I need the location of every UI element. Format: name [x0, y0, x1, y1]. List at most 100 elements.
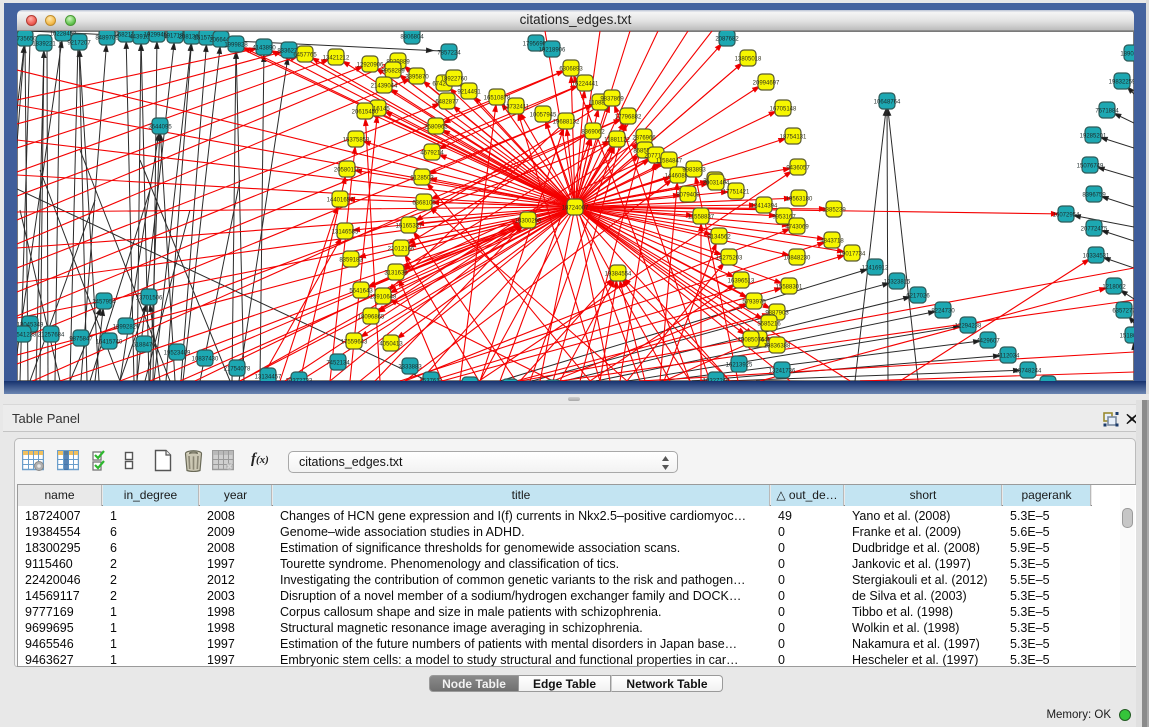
- svg-text:18724007: 18724007: [562, 206, 589, 212]
- svg-text:19563180: 19563180: [786, 197, 813, 203]
- svg-text:7452134: 7452134: [326, 361, 350, 367]
- svg-text:13134457: 13134457: [255, 375, 282, 381]
- svg-text:2876966: 2876966: [632, 136, 656, 142]
- svg-text:10334531: 10334531: [1083, 254, 1110, 260]
- svg-text:8396759: 8396759: [1082, 193, 1106, 199]
- svg-text:3395870: 3395870: [405, 75, 429, 81]
- svg-text:19017734: 19017734: [839, 252, 866, 258]
- svg-text:7671884: 7671884: [1095, 109, 1119, 115]
- svg-text:9436057: 9436057: [786, 166, 810, 172]
- svg-text:18754131: 18754131: [780, 135, 807, 141]
- svg-text:8224730: 8224730: [931, 309, 955, 315]
- svg-text:13701506: 13701506: [136, 296, 163, 302]
- svg-text:20372723: 20372723: [286, 379, 313, 382]
- svg-text:15180586: 15180586: [1120, 334, 1134, 340]
- svg-text:19836388: 19836388: [764, 344, 791, 350]
- svg-text:20772475: 20772475: [1081, 227, 1108, 233]
- svg-text:18300295: 18300295: [515, 219, 542, 225]
- svg-text:3333883: 3333883: [398, 365, 422, 371]
- svg-text:11881122: 11881122: [604, 138, 630, 144]
- svg-text:19218906: 19218906: [539, 48, 566, 54]
- svg-text:17559643: 17559643: [341, 340, 368, 346]
- svg-text:9214491: 9214491: [457, 90, 481, 96]
- svg-text:20031404: 20031404: [703, 181, 730, 187]
- svg-text:6128503: 6128503: [410, 176, 434, 182]
- svg-text:4143890: 4143890: [252, 46, 276, 52]
- svg-text:8134562: 8134562: [707, 235, 731, 241]
- svg-text:13241736: 13241736: [769, 369, 796, 375]
- svg-text:14401657: 14401657: [327, 198, 354, 204]
- svg-text:15588301: 15588301: [776, 285, 803, 291]
- svg-text:1385239: 1385239: [822, 208, 846, 214]
- svg-text:19384554: 19384554: [605, 272, 632, 278]
- svg-text:13910648: 13910648: [370, 295, 397, 301]
- svg-text:6217026: 6217026: [906, 294, 930, 300]
- svg-text:16072954: 16072954: [1053, 213, 1080, 219]
- svg-text:21439044: 21439044: [371, 84, 398, 90]
- svg-text:9875847: 9875847: [69, 337, 93, 343]
- svg-text:19085076: 19085076: [738, 338, 765, 344]
- svg-text:4743069: 4743069: [785, 225, 809, 231]
- svg-text:4429607: 4429607: [976, 339, 1000, 345]
- svg-text:16415740: 16415740: [96, 340, 123, 346]
- svg-text:5685216: 5685216: [757, 322, 781, 328]
- svg-text:9983893: 9983893: [682, 168, 706, 174]
- svg-text:10323815: 10323815: [884, 280, 911, 286]
- svg-text:19523409: 19523409: [164, 351, 191, 357]
- svg-text:20615450: 20615450: [352, 110, 379, 116]
- svg-text:12414394: 12414394: [751, 204, 778, 210]
- svg-text:15165337: 15165337: [396, 224, 423, 230]
- svg-text:2087682: 2087682: [715, 37, 739, 43]
- svg-text:15375853: 15375853: [343, 138, 370, 144]
- svg-text:20994697: 20994697: [753, 81, 780, 87]
- svg-text:16396513: 16396513: [728, 279, 755, 285]
- svg-text:16224441: 16224441: [572, 82, 599, 88]
- svg-text:4112034: 4112034: [997, 354, 1021, 360]
- svg-text:12541238: 12541238: [17, 333, 37, 339]
- svg-text:3644095: 3644095: [148, 125, 172, 131]
- svg-text:2580963: 2580963: [424, 125, 448, 131]
- svg-text:13146585: 13146585: [332, 230, 359, 236]
- svg-text:9837869: 9837869: [600, 97, 624, 103]
- svg-text:6306893: 6306893: [559, 67, 583, 73]
- svg-text:1218062: 1218062: [1102, 285, 1126, 291]
- svg-text:2537611: 2537611: [420, 379, 444, 382]
- svg-text:10057945: 10057945: [530, 113, 557, 119]
- svg-text:1839221: 1839221: [32, 42, 56, 48]
- svg-text:8369062: 8369062: [581, 130, 605, 136]
- svg-text:21012166: 21012166: [388, 247, 415, 253]
- svg-text:17751421: 17751421: [723, 190, 750, 196]
- svg-text:19832259: 19832259: [1109, 80, 1134, 86]
- svg-text:17796882: 17796882: [615, 115, 642, 121]
- svg-text:12416912: 12416912: [862, 266, 889, 272]
- svg-text:6357277: 6357277: [1112, 309, 1134, 315]
- svg-text:21754078: 21754078: [224, 367, 251, 373]
- svg-text:6368105: 6368105: [412, 201, 436, 207]
- svg-text:9217207: 9217207: [67, 41, 91, 47]
- svg-text:16213925: 16213925: [726, 363, 753, 369]
- svg-text:10648764: 10648764: [874, 100, 901, 106]
- svg-text:11584847: 11584847: [656, 159, 683, 165]
- svg-text:12294238: 12294238: [955, 324, 982, 330]
- svg-text:13805018: 13805018: [735, 57, 762, 63]
- svg-text:4679214: 4679214: [420, 151, 444, 157]
- svg-text:2457954: 2457954: [92, 300, 116, 306]
- svg-text:20580115: 20580115: [334, 168, 361, 174]
- svg-text:13748244: 13748244: [1015, 369, 1042, 375]
- svg-text:8079409: 8079409: [676, 193, 700, 199]
- svg-text:13421212: 13421212: [323, 56, 350, 62]
- svg-text:7857224: 7857224: [437, 51, 461, 57]
- svg-text:19688132: 19688132: [553, 120, 580, 126]
- svg-text:16510878: 16510878: [484, 96, 511, 102]
- svg-text:18096865: 18096865: [358, 315, 385, 321]
- svg-text:14275203: 14275203: [716, 256, 743, 262]
- svg-text:11558837: 11558837: [688, 215, 715, 221]
- svg-text:18992829: 18992829: [113, 325, 140, 331]
- svg-text:13732411: 13732411: [503, 105, 530, 111]
- svg-text:16705148: 16705148: [770, 107, 797, 113]
- svg-text:8359183: 8359183: [339, 258, 363, 264]
- svg-text:3131636: 3131636: [384, 271, 408, 277]
- svg-text:19285201: 19285201: [1080, 134, 1107, 140]
- svg-text:1999828: 1999828: [224, 43, 248, 49]
- svg-text:5793975: 5793975: [742, 300, 766, 306]
